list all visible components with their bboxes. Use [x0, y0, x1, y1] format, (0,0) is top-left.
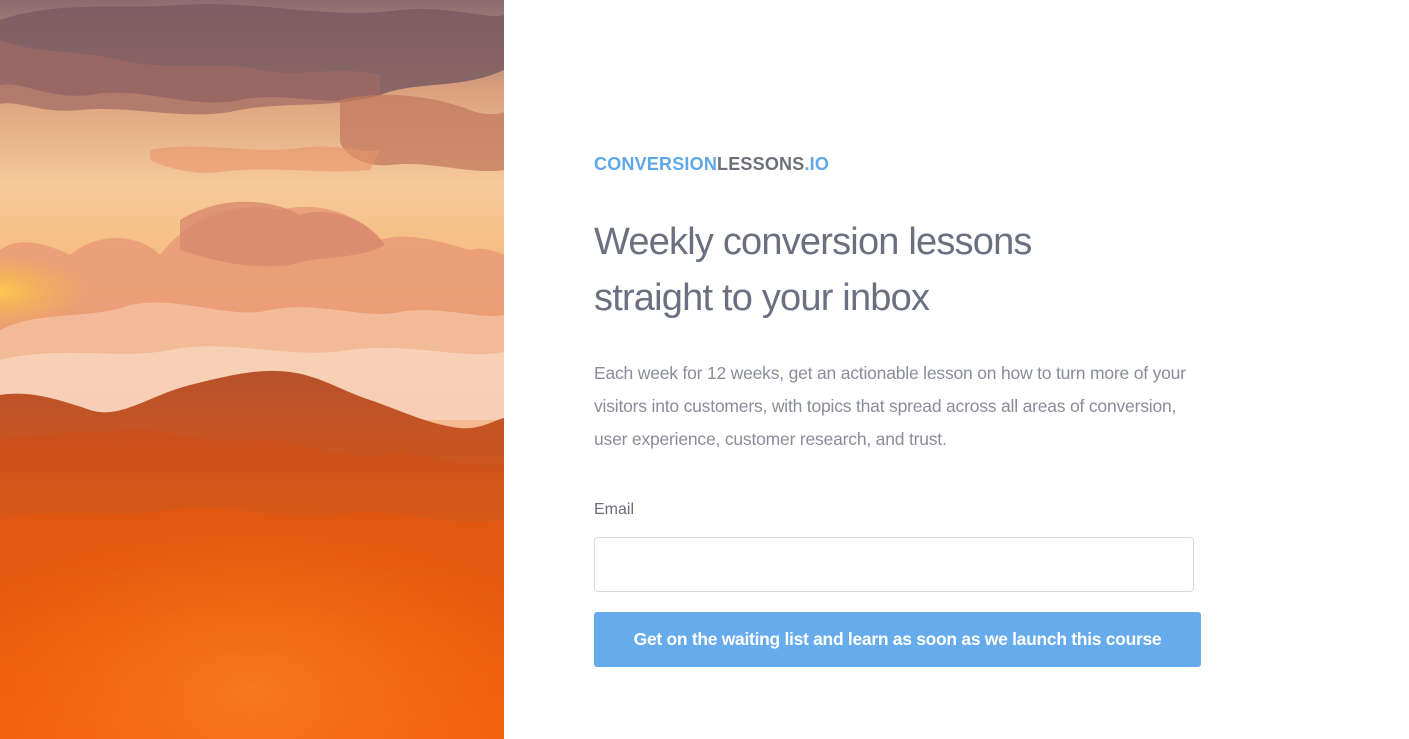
logo-part-lessons: LESSONS: [717, 154, 805, 174]
course-description: Each week for 12 weeks, get an actionabl…: [594, 363, 1186, 449]
join-waiting-list-button[interactable]: Get on the waiting list and learn as soo…: [594, 612, 1201, 667]
brand-logo[interactable]: CONVERSIONLESSONS.IO: [594, 152, 829, 176]
logo-part-conversion: CONVERSION: [594, 154, 718, 174]
hero-image: [0, 0, 504, 739]
headline-line-2: straight to your inbox: [594, 277, 930, 319]
page-headline: Weekly conversion lessons straight to yo…: [594, 214, 1194, 326]
signup-panel: CONVERSIONLESSONS.IO Weekly conversion l…: [504, 0, 1409, 739]
headline-line-1: Weekly conversion lessons: [594, 221, 1032, 263]
email-label: Email: [594, 501, 635, 518]
logo-part-io: .IO: [804, 154, 830, 174]
sunset-mountains-photo: [0, 0, 504, 739]
landing-page: CONVERSIONLESSONS.IO Weekly conversion l…: [0, 0, 1409, 739]
email-input[interactable]: [594, 537, 1194, 592]
